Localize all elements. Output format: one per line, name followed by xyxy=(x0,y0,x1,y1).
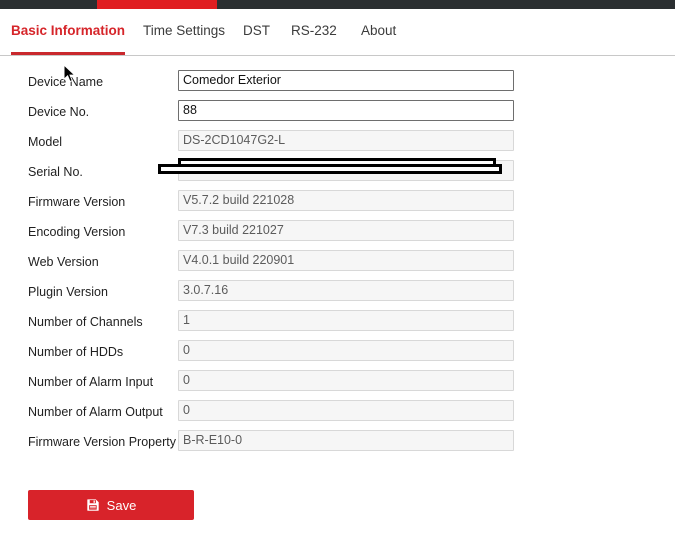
form-row-firmware-version-property: Firmware Version Property B-R-E10-0 xyxy=(0,430,675,460)
form-row-encoding-version: Encoding Version V7.3 build 221027 xyxy=(0,220,675,250)
tab-dst[interactable]: DST xyxy=(243,9,270,55)
tab-basic-information[interactable]: Basic Information xyxy=(11,9,125,55)
device-no-input[interactable]: 88 xyxy=(178,100,514,121)
field-label: Number of Alarm Input xyxy=(28,375,174,389)
model-input: DS-2CD1047G2-L xyxy=(178,130,514,151)
tab-label: Time Settings xyxy=(143,23,225,38)
tab-about[interactable]: About xyxy=(361,9,396,55)
save-floppy-icon xyxy=(86,498,100,512)
field-label: Number of Channels xyxy=(28,315,174,329)
serial-no-input xyxy=(178,160,514,181)
field-label: Serial No. xyxy=(28,165,174,179)
save-button-label: Save xyxy=(107,499,137,512)
form-row-number-of-alarm-input: Number of Alarm Input 0 xyxy=(0,370,675,400)
form-row-number-of-channels: Number of Channels 1 xyxy=(0,310,675,340)
tab-label: Basic Information xyxy=(11,23,125,38)
encoding-version-input: V7.3 build 221027 xyxy=(178,220,514,241)
device-name-input[interactable]: Comedor Exterior xyxy=(178,70,514,91)
tab-label: About xyxy=(361,23,396,38)
field-label: Number of HDDs xyxy=(28,345,174,359)
browser-top-bar-accent xyxy=(97,0,217,9)
firmware-version-input: V5.7.2 build 221028 xyxy=(178,190,514,211)
form-row-plugin-version: Plugin Version 3.0.7.16 xyxy=(0,280,675,310)
plugin-version-input: 3.0.7.16 xyxy=(178,280,514,301)
save-button[interactable]: Save xyxy=(28,490,194,520)
field-label: Device No. xyxy=(28,105,174,119)
browser-top-bar xyxy=(0,0,675,9)
form-row-model: Model DS-2CD1047G2-L xyxy=(0,130,675,160)
form-row-number-of-alarm-output: Number of Alarm Output 0 xyxy=(0,400,675,430)
tab-label: RS-232 xyxy=(291,23,337,38)
tab-label: DST xyxy=(243,23,270,38)
number-of-channels-input: 1 xyxy=(178,310,514,331)
field-label: Model xyxy=(28,135,174,149)
field-label: Firmware Version xyxy=(28,195,174,209)
tab-bar: Basic Information Time Settings DST RS-2… xyxy=(0,9,675,56)
field-label: Device Name xyxy=(28,75,174,89)
form-row-device-name: Device Name Comedor Exterior xyxy=(0,70,675,100)
number-of-alarm-input-input: 0 xyxy=(178,370,514,391)
form-row-web-version: Web Version V4.0.1 build 220901 xyxy=(0,250,675,280)
form-row-firmware-version: Firmware Version V5.7.2 build 221028 xyxy=(0,190,675,220)
form-row-number-of-hdds: Number of HDDs 0 xyxy=(0,340,675,370)
form-row-device-no: Device No. 88 xyxy=(0,100,675,130)
field-label: Firmware Version Property xyxy=(28,435,174,449)
number-of-hdds-input: 0 xyxy=(178,340,514,361)
field-label: Encoding Version xyxy=(28,225,174,239)
field-label: Number of Alarm Output xyxy=(28,405,174,419)
firmware-version-property-input: B-R-E10-0 xyxy=(178,430,514,451)
number-of-alarm-output-input: 0 xyxy=(178,400,514,421)
tab-rs-232[interactable]: RS-232 xyxy=(291,9,337,55)
tab-time-settings[interactable]: Time Settings xyxy=(143,9,225,55)
field-label: Plugin Version xyxy=(28,285,174,299)
form-row-serial-no: Serial No. xyxy=(0,160,675,190)
field-label: Web Version xyxy=(28,255,174,269)
web-version-input: V4.0.1 build 220901 xyxy=(178,250,514,271)
